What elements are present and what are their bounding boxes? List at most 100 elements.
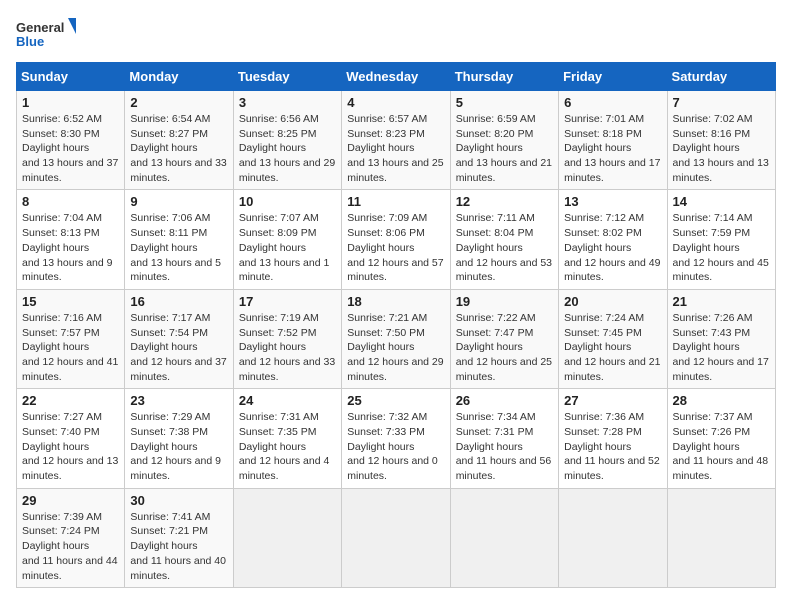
sunrise-label: Sunrise: 7:39 AM [22,511,102,523]
daylight-label: Daylight hours [456,242,523,254]
calendar-cell: 16 Sunrise: 7:17 AM Sunset: 7:54 PM Dayl… [125,289,233,388]
calendar-cell: 27 Sunrise: 7:36 AM Sunset: 7:28 PM Dayl… [559,389,667,488]
day-number: 29 [22,493,119,508]
svg-text:General: General [16,20,64,35]
day-info: Sunrise: 7:04 AM Sunset: 8:13 PM Dayligh… [22,211,119,284]
day-info: Sunrise: 7:06 AM Sunset: 8:11 PM Dayligh… [130,211,227,284]
sunset-label: Sunset: 7:50 PM [347,327,425,339]
day-info: Sunrise: 7:24 AM Sunset: 7:45 PM Dayligh… [564,311,661,384]
sunset-label: Sunset: 7:57 PM [22,327,100,339]
sunrise-label: Sunrise: 6:57 AM [347,113,427,125]
day-number: 16 [130,294,227,309]
sunset-label: Sunset: 8:27 PM [130,128,208,140]
day-info: Sunrise: 7:02 AM Sunset: 8:16 PM Dayligh… [673,112,770,185]
calendar-cell: 8 Sunrise: 7:04 AM Sunset: 8:13 PM Dayli… [17,190,125,289]
daylight-label: Daylight hours [239,142,306,154]
daylight-label: Daylight hours [130,142,197,154]
daylight-label: Daylight hours [22,540,89,552]
day-number: 6 [564,95,661,110]
day-info: Sunrise: 7:29 AM Sunset: 7:38 PM Dayligh… [130,410,227,483]
calendar-cell: 20 Sunrise: 7:24 AM Sunset: 7:45 PM Dayl… [559,289,667,388]
sunrise-label: Sunrise: 7:24 AM [564,312,644,324]
sunset-label: Sunset: 8:25 PM [239,128,317,140]
daylight-value: and 13 hours and 37 minutes. [22,157,118,184]
day-number: 3 [239,95,336,110]
daylight-value: and 11 hours and 48 minutes. [673,455,769,482]
daylight-value: and 13 hours and 1 minute. [239,257,330,284]
weekday-header-row: SundayMondayTuesdayWednesdayThursdayFrid… [17,63,776,91]
daylight-value: and 12 hours and 0 minutes. [347,455,438,482]
daylight-label: Daylight hours [130,441,197,453]
calendar-cell [667,488,775,587]
day-info: Sunrise: 6:57 AM Sunset: 8:23 PM Dayligh… [347,112,444,185]
sunrise-label: Sunrise: 6:52 AM [22,113,102,125]
daylight-label: Daylight hours [130,341,197,353]
day-info: Sunrise: 7:37 AM Sunset: 7:26 PM Dayligh… [673,410,770,483]
daylight-value: and 12 hours and 13 minutes. [22,455,118,482]
day-number: 13 [564,194,661,209]
sunset-label: Sunset: 8:06 PM [347,227,425,239]
daylight-value: and 13 hours and 13 minutes. [673,157,769,184]
calendar-cell: 21 Sunrise: 7:26 AM Sunset: 7:43 PM Dayl… [667,289,775,388]
day-number: 25 [347,393,444,408]
sunset-label: Sunset: 8:18 PM [564,128,642,140]
day-number: 23 [130,393,227,408]
daylight-label: Daylight hours [22,242,89,254]
daylight-label: Daylight hours [564,242,631,254]
daylight-label: Daylight hours [130,242,197,254]
calendar-week-row: 29 Sunrise: 7:39 AM Sunset: 7:24 PM Dayl… [17,488,776,587]
day-info: Sunrise: 7:16 AM Sunset: 7:57 PM Dayligh… [22,311,119,384]
sunrise-label: Sunrise: 7:02 AM [673,113,753,125]
sunset-label: Sunset: 7:31 PM [456,426,534,438]
calendar-body: 1 Sunrise: 6:52 AM Sunset: 8:30 PM Dayli… [17,91,776,588]
sunrise-label: Sunrise: 7:12 AM [564,212,644,224]
daylight-value: and 13 hours and 9 minutes. [22,257,113,284]
day-number: 12 [456,194,553,209]
calendar-cell [559,488,667,587]
day-number: 30 [130,493,227,508]
calendar-cell: 11 Sunrise: 7:09 AM Sunset: 8:06 PM Dayl… [342,190,450,289]
calendar-cell: 4 Sunrise: 6:57 AM Sunset: 8:23 PM Dayli… [342,91,450,190]
calendar-cell [342,488,450,587]
day-number: 10 [239,194,336,209]
sunrise-label: Sunrise: 7:09 AM [347,212,427,224]
logo: General Blue [16,16,76,54]
day-number: 7 [673,95,770,110]
daylight-value: and 12 hours and 57 minutes. [347,257,443,284]
sunset-label: Sunset: 8:09 PM [239,227,317,239]
daylight-label: Daylight hours [22,142,89,154]
calendar-cell: 5 Sunrise: 6:59 AM Sunset: 8:20 PM Dayli… [450,91,558,190]
sunrise-label: Sunrise: 6:54 AM [130,113,210,125]
calendar-cell: 23 Sunrise: 7:29 AM Sunset: 7:38 PM Dayl… [125,389,233,488]
sunrise-label: Sunrise: 7:29 AM [130,411,210,423]
sunrise-label: Sunrise: 7:11 AM [456,212,535,224]
daylight-label: Daylight hours [456,441,523,453]
sunrise-label: Sunrise: 7:36 AM [564,411,644,423]
sunset-label: Sunset: 7:43 PM [673,327,751,339]
daylight-label: Daylight hours [456,341,523,353]
daylight-label: Daylight hours [347,441,414,453]
sunset-label: Sunset: 8:11 PM [130,227,207,239]
calendar-cell: 19 Sunrise: 7:22 AM Sunset: 7:47 PM Dayl… [450,289,558,388]
day-number: 15 [22,294,119,309]
day-info: Sunrise: 7:12 AM Sunset: 8:02 PM Dayligh… [564,211,661,284]
sunset-label: Sunset: 8:02 PM [564,227,642,239]
daylight-value: and 12 hours and 45 minutes. [673,257,769,284]
day-info: Sunrise: 7:11 AM Sunset: 8:04 PM Dayligh… [456,211,553,284]
calendar-cell: 22 Sunrise: 7:27 AM Sunset: 7:40 PM Dayl… [17,389,125,488]
daylight-value: and 13 hours and 5 minutes. [130,257,221,284]
day-number: 21 [673,294,770,309]
sunrise-label: Sunrise: 6:59 AM [456,113,536,125]
sunrise-label: Sunrise: 7:26 AM [673,312,753,324]
calendar-cell: 25 Sunrise: 7:32 AM Sunset: 7:33 PM Dayl… [342,389,450,488]
calendar-week-row: 15 Sunrise: 7:16 AM Sunset: 7:57 PM Dayl… [17,289,776,388]
calendar-cell [450,488,558,587]
sunset-label: Sunset: 8:13 PM [22,227,100,239]
calendar-cell: 10 Sunrise: 7:07 AM Sunset: 8:09 PM Dayl… [233,190,341,289]
day-info: Sunrise: 7:26 AM Sunset: 7:43 PM Dayligh… [673,311,770,384]
sunset-label: Sunset: 7:33 PM [347,426,425,438]
sunset-label: Sunset: 7:40 PM [22,426,100,438]
day-number: 20 [564,294,661,309]
sunrise-label: Sunrise: 7:14 AM [673,212,753,224]
sunset-label: Sunset: 7:24 PM [22,525,100,537]
